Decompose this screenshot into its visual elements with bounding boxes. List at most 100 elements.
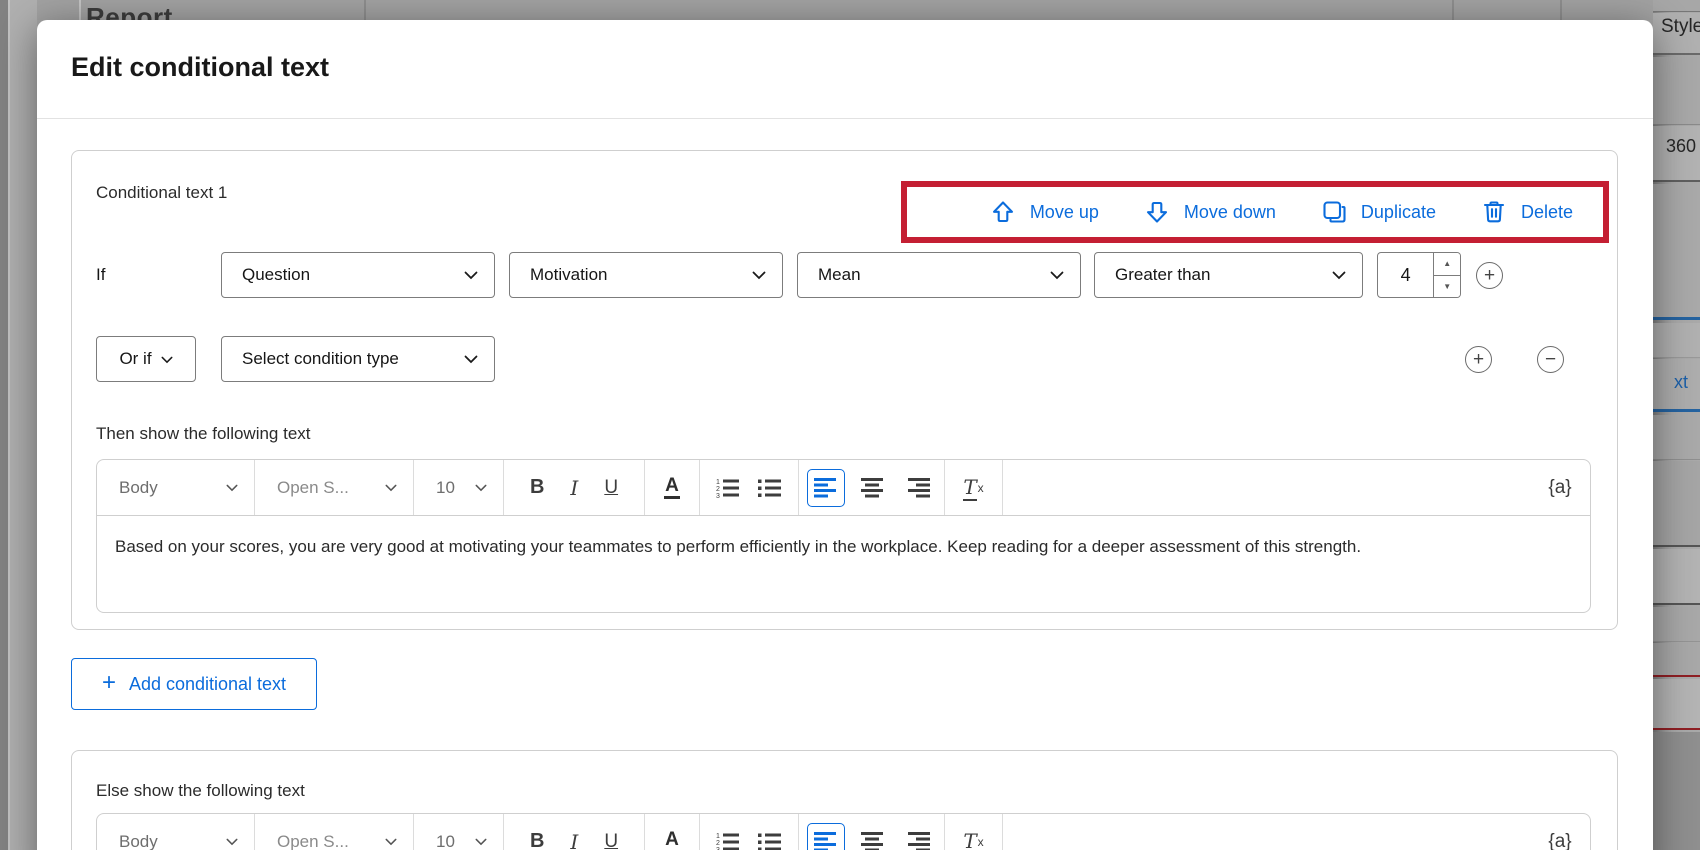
align-left-button[interactable]: [807, 469, 845, 507]
operator-select[interactable]: Greater than: [1094, 252, 1363, 298]
font-family-dropdown[interactable]: Open S...: [255, 814, 414, 850]
chevron-down-icon: [385, 838, 397, 846]
duplicate-label: Duplicate: [1361, 202, 1436, 223]
clear-format-x: x: [978, 835, 984, 849]
threshold-number-input[interactable]: 4 ▲ ▼: [1377, 252, 1461, 298]
chevron-down-icon: [161, 349, 173, 369]
threshold-value[interactable]: 4: [1378, 253, 1434, 297]
if-label: If: [96, 252, 105, 298]
align-left-button[interactable]: [807, 823, 845, 850]
question-select[interactable]: Motivation: [509, 252, 783, 298]
then-text-content[interactable]: Based on your scores, you are very good …: [97, 516, 1482, 564]
piped-text-button[interactable]: {a}: [1548, 831, 1571, 850]
svg-text:2: 2: [716, 486, 720, 493]
align-right-button[interactable]: [899, 469, 937, 507]
select-condition-type[interactable]: Select condition type: [221, 336, 495, 382]
font-family-value: Open S...: [277, 478, 349, 498]
metric-value: Mean: [818, 265, 861, 285]
chevron-down-icon: [385, 484, 397, 492]
condition-type-value: Question: [242, 265, 310, 285]
font-size-dropdown[interactable]: 10: [414, 460, 504, 515]
align-center-button[interactable]: [853, 823, 891, 850]
or-if-select[interactable]: Or if: [96, 336, 196, 382]
bg-row: [1653, 323, 1700, 358]
ordered-list-button[interactable]: 1 2 3: [716, 477, 740, 499]
bold-button[interactable]: B: [530, 476, 544, 499]
else-section-card: Else show the following text Body Open S…: [71, 750, 1618, 850]
italic-button[interactable]: I: [570, 476, 578, 500]
text-color-button[interactable]: A: [664, 830, 680, 850]
stepper-down-button[interactable]: ▼: [1434, 276, 1460, 298]
align-center-icon: [860, 832, 884, 850]
then-text-editor: Body Open S... 10 B I: [96, 459, 1591, 613]
paragraph-style-dropdown[interactable]: Body: [97, 814, 255, 850]
bg-row: [1653, 643, 1700, 677]
add-condition-row-button[interactable]: +: [1465, 346, 1492, 373]
conditional-text-1-card: Conditional text 1 Move up: [71, 150, 1618, 630]
editor-toolbar: Body Open S... 10 B I: [97, 460, 1590, 516]
svg-text:1: 1: [716, 479, 720, 486]
remove-condition-row-button[interactable]: −: [1537, 346, 1564, 373]
move-up-button[interactable]: Move up: [989, 198, 1099, 226]
operator-value: Greater than: [1115, 265, 1210, 285]
ordered-list-button[interactable]: 1 2 3: [716, 831, 740, 850]
bg-row: [1653, 184, 1700, 320]
align-center-button[interactable]: [853, 469, 891, 507]
backdrop-top-strip: Report: [0, 0, 1700, 20]
bullet-list-button[interactable]: [758, 477, 782, 499]
backdrop-column-line: [364, 0, 366, 20]
text-color-group: A: [645, 814, 700, 850]
chevron-down-icon: [226, 838, 238, 846]
bg-row: [1653, 679, 1700, 730]
paragraph-style-dropdown[interactable]: Body: [97, 460, 255, 515]
ordered-list-icon: 1 2 3: [716, 477, 740, 499]
bullet-list-button[interactable]: [758, 831, 782, 850]
text-color-button[interactable]: A: [664, 476, 680, 499]
modal-header: Edit conditional text: [37, 20, 1653, 118]
toolbar-spacer: [1003, 814, 1530, 850]
font-family-dropdown[interactable]: Open S...: [255, 460, 414, 515]
background-360-label: 360: [1666, 136, 1696, 157]
italic-button[interactable]: I: [570, 830, 578, 850]
delete-button[interactable]: Delete: [1480, 198, 1573, 226]
add-conditional-text-button[interactable]: + Add conditional text: [71, 658, 317, 710]
clear-formatting-button[interactable]: Tx: [963, 475, 983, 501]
svg-text:1: 1: [716, 833, 720, 840]
chevron-down-icon: [475, 484, 487, 492]
toolbar-spacer: [1003, 460, 1530, 515]
add-conditional-text-label: Add conditional text: [129, 674, 286, 695]
backdrop-right-strip: Style 360 xt: [1653, 0, 1700, 850]
else-text-editor: Body Open S... 10 B I: [96, 813, 1591, 850]
plus-icon: +: [102, 669, 116, 697]
underline-button[interactable]: U: [604, 831, 618, 850]
condition-type-select[interactable]: Question: [221, 252, 495, 298]
move-down-button[interactable]: Move down: [1143, 198, 1276, 226]
paragraph-style-value: Body: [119, 478, 158, 498]
duplicate-button[interactable]: Duplicate: [1320, 198, 1436, 226]
bg-row: [1653, 57, 1700, 125]
backdrop-left-line: [8, 0, 10, 850]
align-right-button[interactable]: [899, 823, 937, 850]
underline-button[interactable]: U: [604, 477, 618, 499]
else-show-label: Else show the following text: [96, 781, 305, 801]
add-condition-button[interactable]: +: [1476, 262, 1503, 289]
arrow-up-icon: [989, 198, 1017, 226]
trash-icon: [1480, 198, 1508, 226]
clear-format-t: T: [963, 475, 976, 501]
metric-select[interactable]: Mean: [797, 252, 1081, 298]
bg-row: [1653, 415, 1700, 460]
font-size-dropdown[interactable]: 10: [414, 814, 504, 850]
clear-formatting-button[interactable]: Tx: [963, 829, 983, 850]
bg-row: [1653, 461, 1700, 547]
svg-text:2: 2: [716, 840, 720, 847]
stepper-up-button[interactable]: ▲: [1434, 253, 1460, 276]
list-group: 1 2 3: [700, 814, 799, 850]
backdrop-left-strip: [0, 0, 37, 850]
backdrop-column-line: [1560, 0, 1562, 20]
then-show-label: Then show the following text: [96, 424, 311, 444]
bold-italic-underline-group: B I U: [504, 814, 645, 850]
bold-button[interactable]: B: [530, 830, 544, 850]
bg-row: [1653, 549, 1700, 605]
piped-text-button[interactable]: {a}: [1548, 477, 1571, 499]
alignment-group: [799, 460, 945, 515]
